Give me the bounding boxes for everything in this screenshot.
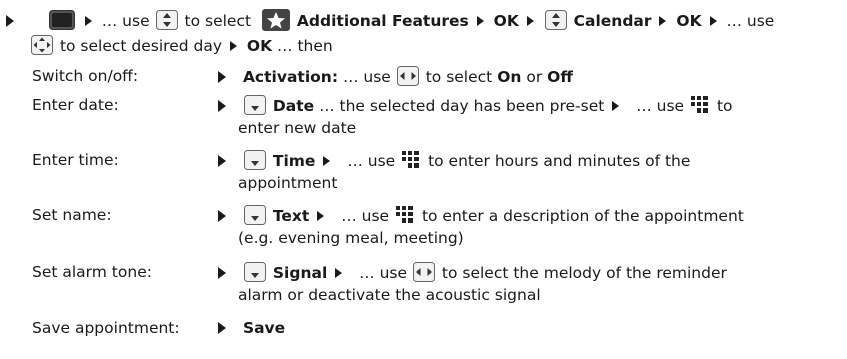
step-arrow-icon — [709, 15, 717, 26]
time-step-cont: appointment — [238, 174, 338, 192]
text-step: Text … use to enter a description of the… — [218, 205, 744, 228]
row-label: Switch on/off: — [32, 67, 139, 85]
keypad-icon — [691, 96, 709, 113]
save-step: Save — [218, 318, 285, 338]
bullet-arrow-icon — [218, 99, 226, 112]
row-label: Save appointment: — [32, 319, 180, 337]
step-arrow-icon — [335, 267, 343, 278]
step-arrow-icon — [476, 15, 484, 26]
bullet-arrow-icon — [6, 14, 14, 27]
instruction-line-1: … use to select Additional Features OK C… — [6, 9, 774, 34]
nav-key-up-down-icon — [544, 10, 567, 30]
step-arrow-icon — [659, 15, 667, 26]
text-step-cont: (e.g. evening meal, meeting) — [238, 229, 464, 247]
row-label: Enter time: — [32, 151, 119, 169]
step-arrow-icon — [612, 100, 620, 111]
keypad-icon — [396, 206, 413, 223]
nav-key-down-icon — [243, 150, 266, 170]
row-label: Set name: — [32, 206, 112, 224]
nav-key-left-right-icon — [412, 262, 435, 282]
signal-step: Signal … use to select the melody of the… — [218, 262, 727, 285]
date-step: Date … the selected day has been pre-set… — [218, 95, 733, 118]
activation-step: Activation: … use to select On or Off — [218, 66, 573, 89]
signal-step-cont: alarm or deactivate the acoustic signal — [238, 286, 541, 304]
step-arrow-icon — [526, 15, 534, 26]
bullet-arrow-icon — [218, 70, 226, 83]
date-step-cont: enter new date — [238, 119, 357, 137]
time-step: Time … use to enter hours and minutes of… — [218, 150, 690, 173]
step-arrow-icon — [323, 155, 331, 166]
row-label: Set alarm tone: — [32, 263, 152, 281]
step-arrow-icon — [84, 15, 92, 26]
menu-key-icon — [48, 10, 75, 30]
step-arrow-icon — [229, 40, 237, 51]
nav-key-down-icon — [243, 262, 266, 282]
bullet-arrow-icon — [218, 209, 226, 222]
instruction-line-2: to select desired day OK … then — [30, 35, 333, 58]
bullet-arrow-icon — [218, 154, 226, 167]
bullet-arrow-icon — [218, 321, 226, 334]
row-label: Enter date: — [32, 96, 119, 114]
bullet-arrow-icon — [218, 266, 226, 279]
nav-key-left-right-icon — [396, 66, 419, 86]
nav-key-up-down-icon — [155, 10, 178, 30]
star-icon — [261, 9, 290, 31]
keypad-icon — [402, 151, 420, 168]
nav-key-down-icon — [243, 205, 266, 225]
step-arrow-icon — [317, 210, 325, 221]
nav-key-down-icon — [243, 95, 266, 115]
nav-key-icon — [31, 35, 53, 55]
